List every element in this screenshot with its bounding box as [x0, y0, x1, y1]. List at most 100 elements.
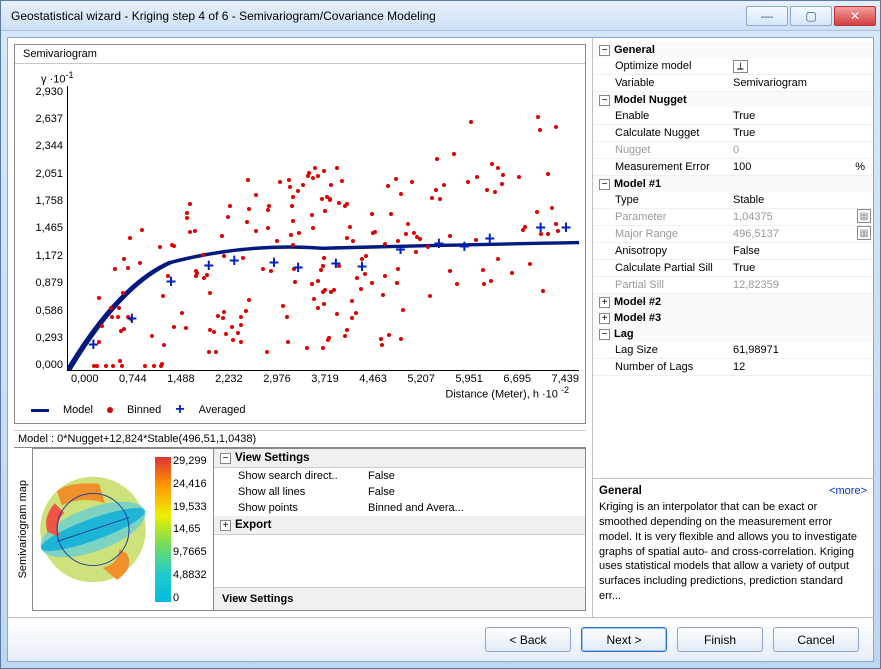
binned-point — [239, 315, 243, 319]
next-button[interactable]: Next > — [581, 627, 667, 652]
prop-calc-partial-sill[interactable]: Calculate Partial SillTrue — [593, 260, 873, 277]
binned-point — [438, 197, 442, 201]
close-button[interactable]: ✕ — [834, 6, 876, 26]
view-row-show-points[interactable]: Show points Binned and Avera... — [214, 500, 585, 516]
collapse-icon[interactable]: − — [220, 453, 231, 464]
prop-anisotropy[interactable]: AnisotropyFalse — [593, 243, 873, 260]
binned-point — [430, 196, 434, 200]
collapse-icon[interactable]: − — [599, 179, 610, 190]
binned-point — [348, 225, 352, 229]
back-button[interactable]: < Back — [485, 627, 571, 652]
prop-parameter: Parameter1,04375 ▦ — [593, 209, 873, 226]
more-link[interactable]: <more> — [829, 485, 867, 497]
section-model2[interactable]: + Model #2 — [593, 294, 873, 310]
prop-lag-size[interactable]: Lag Size61,98971 — [593, 342, 873, 359]
prop-measurement-error[interactable]: Measurement Error 100 % — [593, 159, 873, 176]
binned-point — [383, 274, 387, 278]
plot-canvas[interactable]: +++++++++++++++ — [67, 86, 579, 372]
binned-point — [194, 274, 198, 278]
binned-point — [185, 216, 189, 220]
ellipsis-icon[interactable]: ▦ — [857, 226, 871, 240]
binned-point — [281, 304, 285, 308]
binned-point — [399, 192, 403, 196]
prop-type[interactable]: TypeStable — [593, 192, 873, 209]
colorbar-gradient — [155, 457, 171, 602]
binned-point — [496, 257, 500, 261]
binned-point — [401, 308, 405, 312]
prop-enable-nugget[interactable]: EnableTrue — [593, 108, 873, 125]
binned-point — [379, 337, 383, 341]
semivariogram-map[interactable]: 29,299 24,416 19,533 14,65 9,7665 4,8832… — [32, 448, 214, 611]
semimap-image — [33, 449, 153, 610]
binned-point — [554, 125, 558, 129]
binned-point — [496, 166, 500, 170]
binned-point — [481, 268, 485, 272]
binned-point — [415, 235, 419, 239]
legend-averaged: Averaged — [199, 404, 246, 416]
collapse-icon[interactable]: − — [599, 95, 610, 106]
cancel-button[interactable]: Cancel — [773, 627, 859, 652]
binned-point — [380, 343, 384, 347]
binned-point — [410, 180, 414, 184]
binned-point — [322, 169, 326, 173]
ellipsis-icon[interactable]: ▦ — [857, 209, 871, 223]
binned-point — [556, 229, 560, 233]
finish-button[interactable]: Finish — [677, 627, 763, 652]
binned-point — [469, 120, 473, 124]
expand-icon[interactable]: + — [599, 313, 610, 324]
optimize-icon[interactable]: ⟂ — [733, 60, 748, 73]
view-settings-header[interactable]: − View Settings — [214, 449, 585, 468]
section-lag[interactable]: − Lag — [593, 326, 873, 342]
binned-point — [236, 331, 240, 335]
collapse-icon[interactable]: − — [599, 45, 610, 56]
collapse-icon[interactable]: − — [599, 329, 610, 340]
maximize-button[interactable]: ▢ — [790, 6, 832, 26]
binned-point — [109, 306, 113, 310]
minimize-button[interactable]: — — [746, 6, 788, 26]
view-row-show-all-lines[interactable]: Show all lines False — [214, 484, 585, 500]
legend-model: Model — [63, 404, 93, 416]
binned-point — [370, 212, 374, 216]
view-settings-panel: − View Settings Show search direct.. Fal… — [214, 448, 586, 611]
binned-point — [110, 315, 114, 319]
prop-optimize-model[interactable]: Optimize model ⟂ — [593, 58, 873, 75]
prop-variable[interactable]: Variable Semivariogram — [593, 75, 873, 92]
section-general[interactable]: − General — [593, 42, 873, 58]
averaged-point: + — [485, 229, 496, 250]
section-model1[interactable]: − Model #1 — [593, 176, 873, 192]
binned-point — [172, 325, 176, 329]
y-axis-ticks: 2,930 2,637 2,344 2,051 1,758 1,465 1,17… — [21, 86, 67, 372]
binned-point — [158, 245, 162, 249]
prop-calc-nugget[interactable]: Calculate NuggetTrue — [593, 125, 873, 142]
export-header[interactable]: + Export — [214, 516, 585, 535]
averaged-point: + — [127, 308, 138, 329]
y-axis-unit: γ ·10-1 — [21, 70, 579, 86]
averaged-point: + — [166, 271, 177, 292]
expand-icon[interactable]: + — [220, 520, 231, 531]
binned-point — [394, 177, 398, 181]
binned-point — [117, 306, 121, 310]
view-row-search-direction[interactable]: Show search direct.. False — [214, 468, 585, 484]
binned-point — [224, 332, 228, 336]
colorbar-ticks: 29,299 24,416 19,533 14,65 9,7665 4,8832… — [173, 449, 213, 610]
binned-point — [185, 211, 189, 215]
binned-point — [216, 314, 220, 318]
legend-binned: Binned — [127, 404, 161, 416]
semimap-colorbar: 29,299 24,416 19,533 14,65 9,7665 4,8832… — [153, 449, 213, 610]
averaged-point: + — [561, 218, 572, 239]
binned-point — [493, 190, 497, 194]
section-model3[interactable]: + Model #3 — [593, 310, 873, 326]
binned-point — [538, 128, 542, 132]
expand-icon[interactable]: + — [599, 297, 610, 308]
binned-point — [188, 230, 192, 234]
prop-number-of-lags[interactable]: Number of Lags12 — [593, 359, 873, 376]
binned-point — [261, 267, 265, 271]
binned-point — [118, 359, 122, 363]
binned-point — [138, 261, 142, 265]
section-model-nugget[interactable]: − Model Nugget — [593, 92, 873, 108]
binned-point — [241, 256, 245, 260]
binned-point — [214, 350, 218, 354]
binned-point — [426, 245, 430, 249]
averaged-point: + — [229, 250, 240, 271]
binned-point — [490, 162, 494, 166]
